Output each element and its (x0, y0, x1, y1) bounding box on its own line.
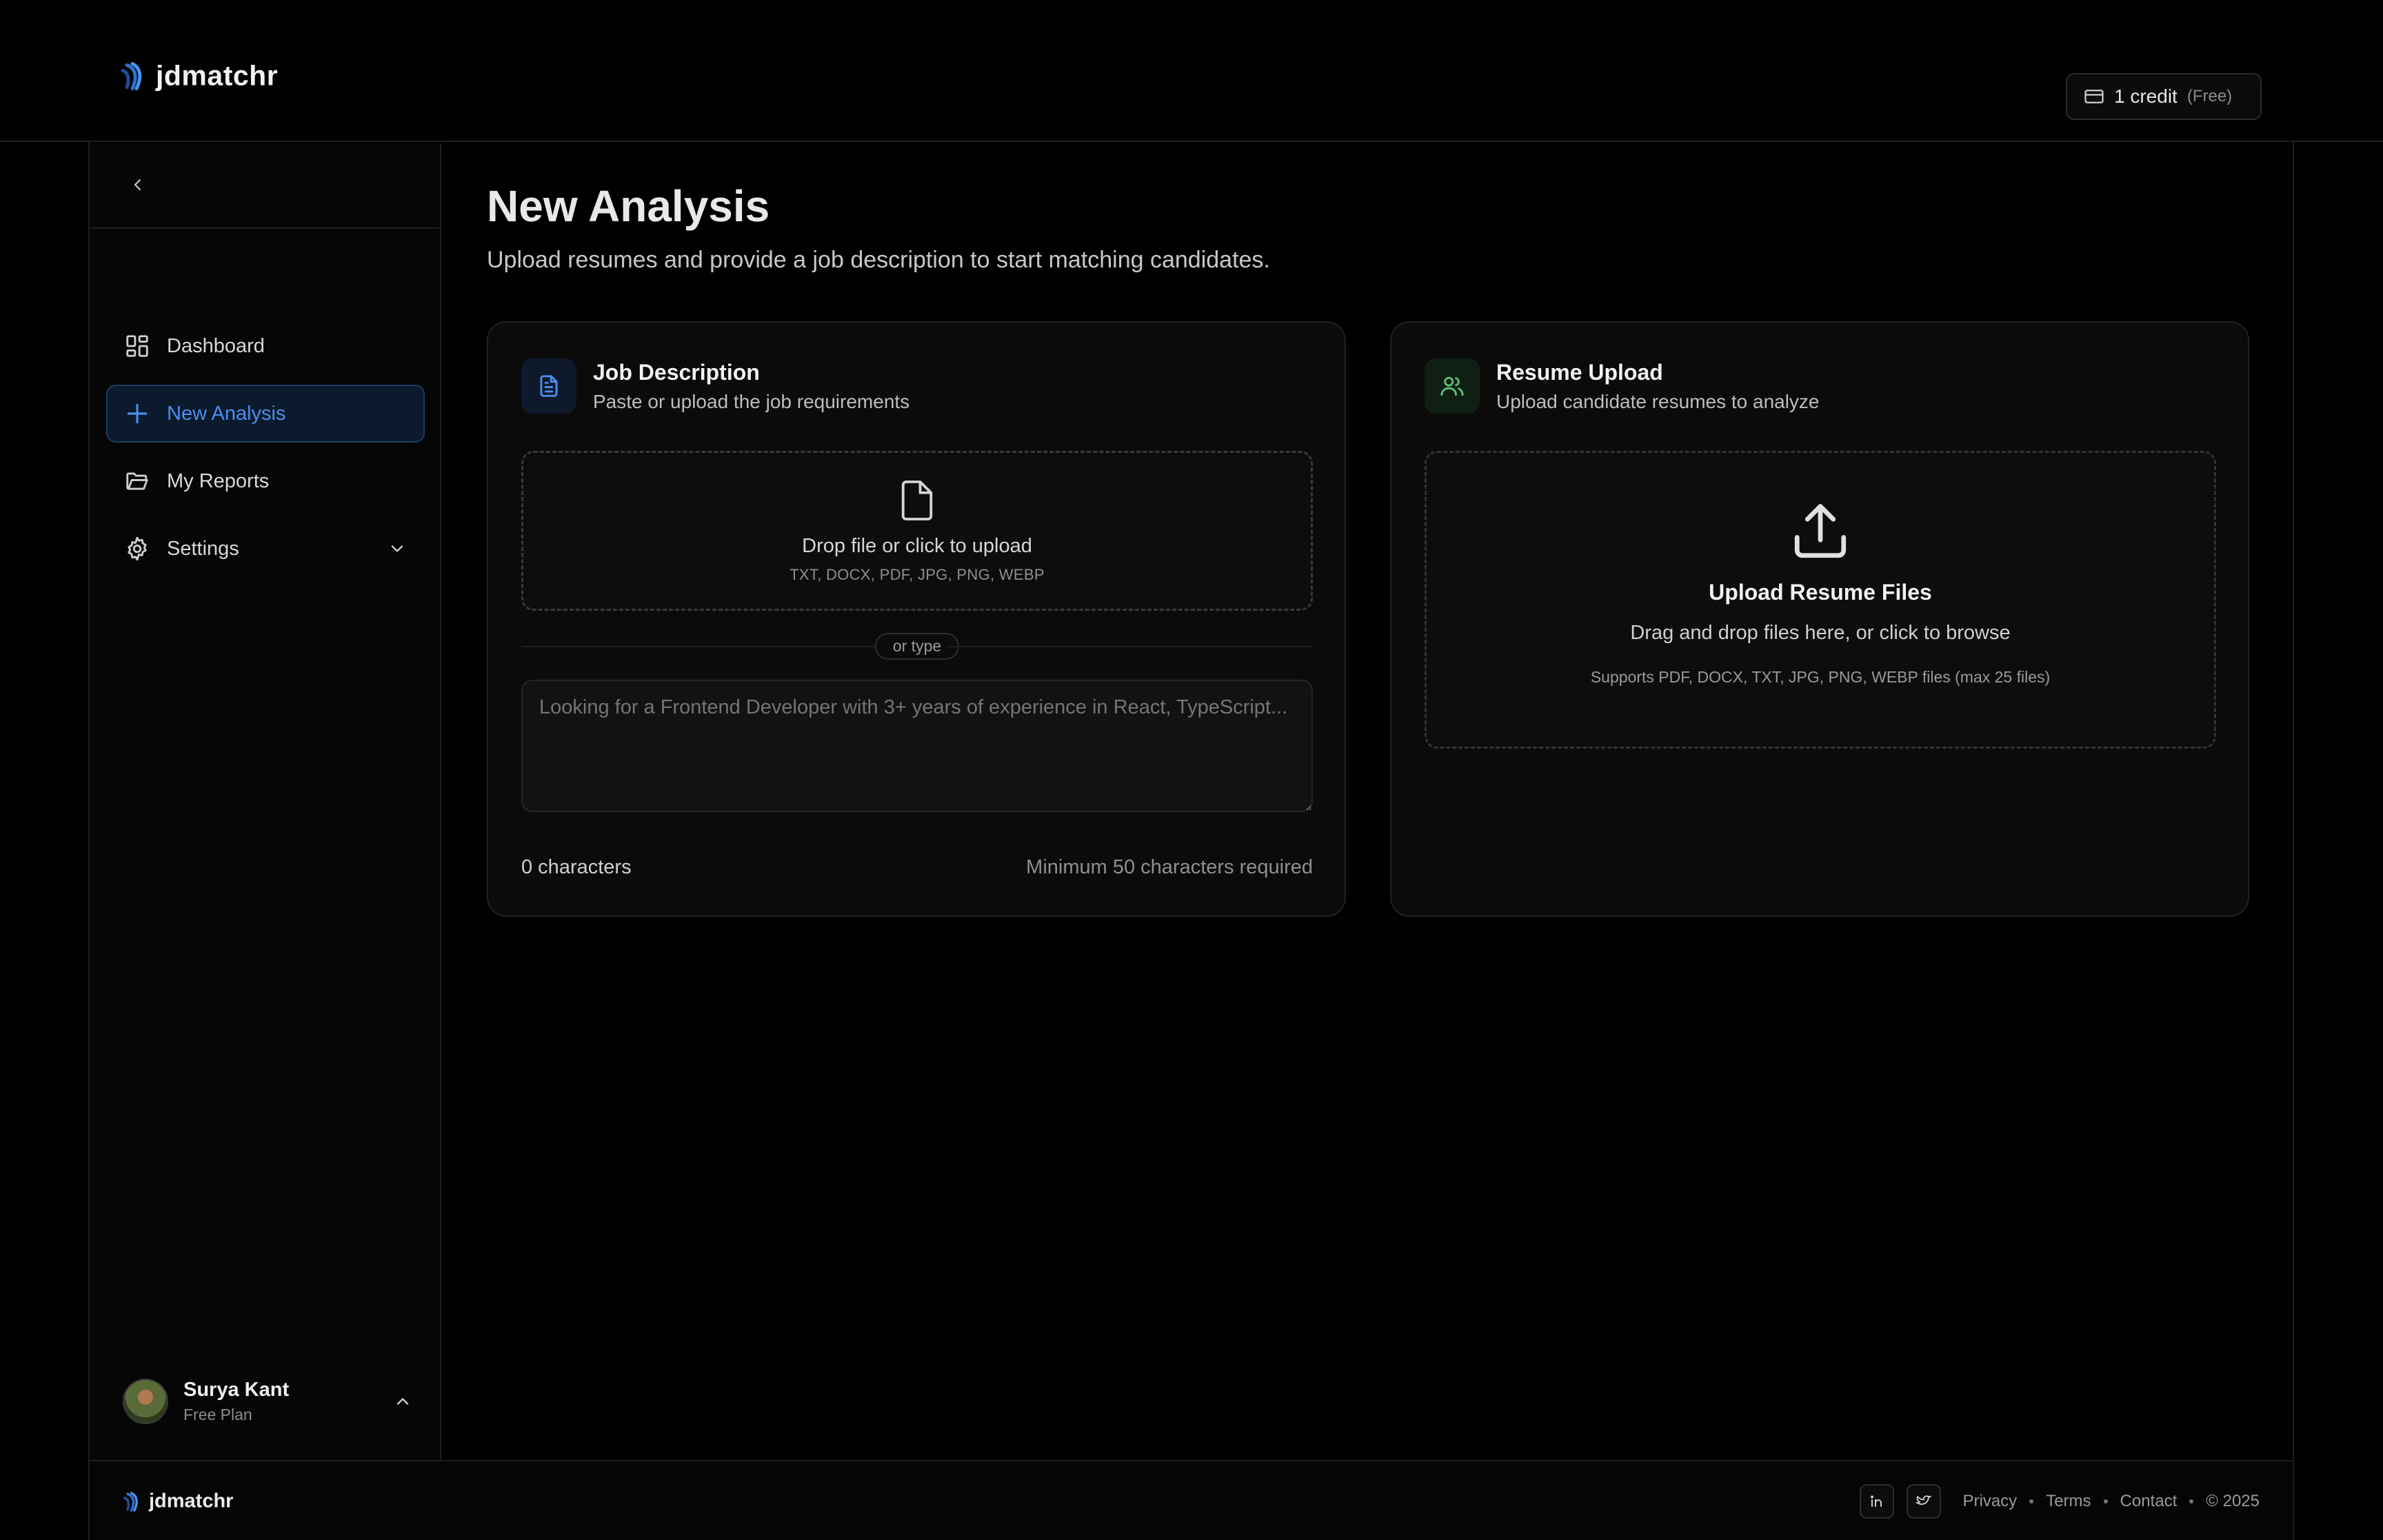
chevron-up-icon[interactable] (393, 1392, 412, 1411)
job-description-dropzone[interactable]: Drop file or click to upload TXT, DOCX, … (521, 451, 1313, 611)
resume-dropzone-title: Upload Resume Files (1709, 580, 1932, 605)
resume-upload-title: Resume Upload (1496, 359, 1663, 385)
dashboard-icon (126, 335, 148, 357)
top-bar: jdmatchr 1 credit (Free) (0, 0, 2383, 142)
avatar (123, 1379, 168, 1424)
chevron-left-icon (134, 179, 141, 190)
footer-copyright: © 2025 (2206, 1492, 2260, 1510)
job-description-textarea[interactable] (521, 680, 1313, 812)
job-description-badge (521, 358, 576, 414)
sidebar-item-my-reports[interactable]: My Reports (106, 452, 425, 510)
user-plan: Free Plan (183, 1406, 252, 1424)
footer-link-contact[interactable]: Contact (2120, 1492, 2178, 1511)
job-description-header: Job Description Paste or upload the job … (521, 358, 909, 414)
job-description-subtitle: Paste or upload the job requirements (593, 390, 910, 412)
twitter-button[interactable] (1906, 1484, 1941, 1519)
folder-icon (126, 472, 148, 490)
separator-dot (2103, 1499, 2108, 1503)
resume-dropzone-subtitle: Drag and drop files here, or click to br… (1630, 622, 2011, 644)
resume-upload-card: Resume Upload Upload candidate resumes t… (1390, 321, 2249, 917)
or-divider-label: or type (874, 633, 960, 660)
sidebar-item-label: New Analysis (167, 402, 286, 425)
document-icon (540, 375, 558, 397)
footer-right: Privacy Terms Contact © 2025 (1859, 1484, 2260, 1519)
resume-upload-header: Resume Upload Upload candidate resumes t… (1425, 358, 1820, 414)
credit-plan: (Free) (2186, 87, 2233, 105)
resume-upload-badge (1425, 358, 1480, 414)
page-subtitle: Upload resumes and provide a job descrip… (487, 247, 1270, 273)
job-description-title: Job Description (593, 359, 760, 385)
brand-logo-icon (121, 61, 142, 90)
footer-link-privacy[interactable]: Privacy (1963, 1492, 2018, 1511)
brand-name: jdmatchr (156, 59, 279, 92)
dropzone-formats: TXT, DOCX, PDF, JPG, PNG, WEBP (790, 565, 1045, 583)
separator-dot (2029, 1499, 2034, 1503)
footer-brand[interactable]: jdmatchr (123, 1490, 233, 1513)
collapse-sidebar-button[interactable] (124, 171, 152, 199)
character-count: 0 characters (521, 856, 632, 878)
credit-card-icon (2084, 90, 2104, 103)
linkedin-icon (1870, 1495, 1882, 1507)
sidebar-item-dashboard[interactable]: Dashboard (106, 317, 425, 375)
footer-links: Privacy Terms Contact © 2025 (1963, 1492, 2260, 1511)
gear-icon (128, 536, 147, 561)
credit-count: 1 credit (2114, 85, 2178, 107)
user-name: Surya Kant (183, 1379, 290, 1401)
upload-icon (1794, 504, 1847, 558)
sidebar-collapse-row (90, 143, 440, 229)
or-divider: or type (521, 633, 1313, 660)
sidebar-nav: Dashboard New Analysis My Reports Settin… (106, 317, 425, 587)
job-description-footer: 0 characters Minimum 50 characters requi… (521, 856, 1313, 879)
sidebar-item-label: My Reports (167, 469, 270, 492)
sidebar-item-settings[interactable]: Settings (106, 520, 425, 578)
sidebar-item-new-analysis[interactable]: New Analysis (106, 385, 425, 443)
footer-link-terms[interactable]: Terms (2046, 1492, 2091, 1511)
job-description-card: Job Description Paste or upload the job … (487, 321, 1346, 917)
chevron-down-icon[interactable] (388, 539, 407, 558)
user-menu[interactable]: Surya Kant Free Plan (123, 1370, 412, 1432)
credit-balance-button[interactable]: 1 credit (Free) (2066, 73, 2262, 120)
dropzone-title: Drop file or click to upload (802, 534, 1032, 557)
brand-logo-icon (123, 1491, 138, 1512)
user-info: Surya Kant Free Plan (183, 1379, 289, 1424)
file-icon (901, 480, 933, 520)
plus-icon (127, 403, 148, 424)
users-icon (1440, 376, 1464, 396)
linkedin-button[interactable] (1859, 1484, 1894, 1519)
minimum-characters-hint: Minimum 50 characters required (1026, 856, 1313, 878)
twitter-icon (1916, 1495, 1931, 1505)
sidebar-item-label: Settings (167, 537, 239, 560)
page-title: New Analysis (487, 181, 770, 231)
resume-upload-subtitle: Upload candidate resumes to analyze (1496, 390, 1820, 412)
resume-dropzone-note: Supports PDF, DOCX, TXT, JPG, PNG, WEBP … (1590, 668, 2051, 686)
resume-dropzone[interactable]: Upload Resume Files Drag and drop files … (1425, 451, 2216, 749)
brand[interactable]: jdmatchr (120, 60, 278, 92)
separator-dot (2189, 1499, 2194, 1503)
footer: jdmatchr Privacy Terms Contact © 2025 (90, 1460, 2293, 1540)
sidebar: Dashboard New Analysis My Reports Settin… (90, 143, 441, 1460)
footer-brand-name: jdmatchr (149, 1490, 234, 1512)
main-content: New Analysis Upload resumes and provide … (443, 143, 2293, 1460)
sidebar-item-label: Dashboard (167, 334, 265, 357)
frame-border-right (2293, 142, 2294, 1540)
